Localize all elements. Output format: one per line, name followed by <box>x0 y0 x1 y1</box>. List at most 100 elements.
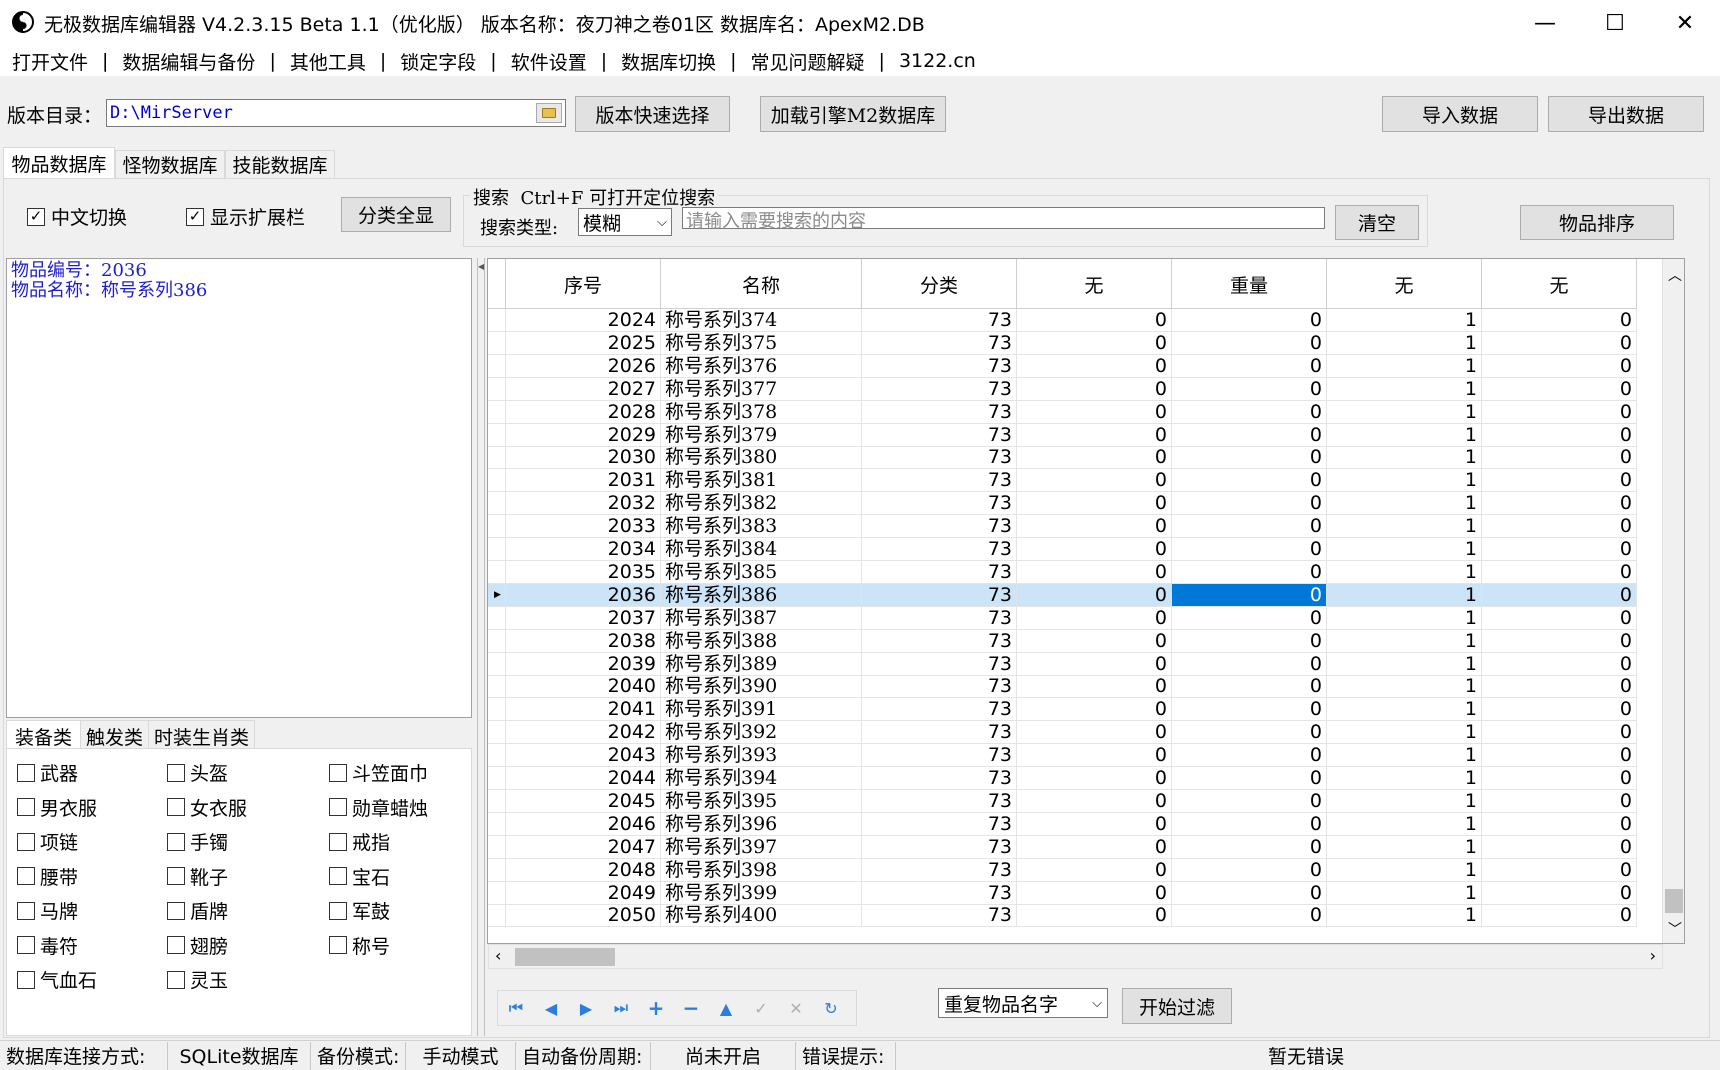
tab-trigger[interactable]: 触发类 <box>81 720 150 749</box>
table-cell[interactable]: 称号系列383 <box>661 515 862 538</box>
table-cell[interactable]: 0 <box>1482 583 1637 606</box>
table-cell[interactable]: 1 <box>1327 423 1482 446</box>
first-record-icon[interactable]: ⏮ <box>502 994 530 1022</box>
table-cell[interactable]: 0 <box>1482 721 1637 744</box>
table-cell[interactable]: 称号系列376 <box>661 354 862 377</box>
table-cell[interactable]: 73 <box>862 515 1017 538</box>
table-cell[interactable]: 2026 <box>506 354 661 377</box>
table-cell[interactable]: 2025 <box>506 331 661 354</box>
table-cell[interactable]: 称号系列386 <box>661 583 862 606</box>
menu-data-edit-backup[interactable]: 数据编辑与备份 <box>118 48 259 75</box>
table-cell[interactable]: 2050 <box>506 904 661 927</box>
table-cell[interactable]: 0 <box>1482 744 1637 767</box>
table-cell[interactable]: 0 <box>1017 904 1172 927</box>
table-cell[interactable]: 0 <box>1017 767 1172 789</box>
table-cell[interactable]: 0 <box>1482 515 1637 538</box>
table-cell[interactable]: 0 <box>1017 469 1172 492</box>
table-cell[interactable]: 2037 <box>506 606 661 629</box>
table-row[interactable]: 2039 称号系列389 73 0 0 1 0 <box>488 652 1637 676</box>
table-cell[interactable]: 2024 <box>506 309 661 331</box>
table-cell[interactable]: 0 <box>1017 698 1172 721</box>
table-cell[interactable]: 称号系列396 <box>661 812 862 835</box>
table-cell[interactable]: 0 <box>1482 858 1637 881</box>
table-cell[interactable]: 1 <box>1327 469 1482 492</box>
filter-select[interactable]: 重复物品名字 ⌵ <box>938 988 1108 1018</box>
start-filter-button[interactable]: 开始过滤 <box>1122 988 1232 1024</box>
table-row[interactable]: 2029 称号系列379 73 0 0 1 0 <box>488 423 1637 447</box>
table-row[interactable]: 2040 称号系列390 73 0 0 1 0 <box>488 675 1637 699</box>
table-row[interactable]: 2026 称号系列376 73 0 0 1 0 <box>488 354 1637 378</box>
table-cell[interactable]: 1 <box>1327 606 1482 629</box>
table-cell[interactable]: 0 <box>1017 354 1172 377</box>
table-cell[interactable]: 2039 <box>506 652 661 675</box>
table-cell[interactable]: 0 <box>1017 789 1172 812</box>
table-cell[interactable]: 2044 <box>506 767 661 789</box>
table-cell[interactable]: 2046 <box>506 812 661 835</box>
table-cell[interactable]: 1 <box>1327 354 1482 377</box>
table-cell[interactable]: 0 <box>1017 331 1172 354</box>
table-cell[interactable]: 2036 <box>506 583 661 606</box>
table-row[interactable]: 2045 称号系列395 73 0 0 1 0 <box>488 789 1637 813</box>
table-row[interactable]: 2031 称号系列381 73 0 0 1 0 <box>488 469 1637 493</box>
category-checkbox[interactable]: 马牌 <box>17 897 78 924</box>
column-header[interactable]: 序号 <box>506 259 661 309</box>
table-cell[interactable]: 0 <box>1172 812 1327 835</box>
category-checkbox[interactable]: 腰带 <box>17 863 78 890</box>
table-cell[interactable]: 1 <box>1327 400 1482 423</box>
table-cell[interactable]: 73 <box>862 789 1017 812</box>
table-cell[interactable]: 1 <box>1327 721 1482 744</box>
table-cell[interactable]: 称号系列392 <box>661 721 862 744</box>
table-row[interactable]: 2030 称号系列380 73 0 0 1 0 <box>488 446 1637 470</box>
category-checkbox[interactable]: 军鼓 <box>329 897 390 924</box>
category-checkbox[interactable]: 头盔 <box>167 759 228 786</box>
category-checkbox[interactable]: 手镯 <box>167 828 228 855</box>
tab-skill-db[interactable]: 技能数据库 <box>225 150 335 178</box>
table-row[interactable]: 2046 称号系列396 73 0 0 1 0 <box>488 812 1637 836</box>
table-cell[interactable]: 称号系列378 <box>661 400 862 423</box>
table-cell[interactable]: 73 <box>862 858 1017 881</box>
table-cell[interactable]: 0 <box>1172 858 1327 881</box>
table-cell[interactable]: 2030 <box>506 446 661 469</box>
table-row[interactable]: 2033 称号系列383 73 0 0 1 0 <box>488 515 1637 539</box>
table-cell[interactable]: 0 <box>1017 515 1172 538</box>
table-cell[interactable]: 0 <box>1482 904 1637 927</box>
table-cell[interactable]: 0 <box>1172 331 1327 354</box>
table-cell[interactable]: 73 <box>862 560 1017 583</box>
category-checkbox[interactable]: 灵玉 <box>167 966 228 993</box>
table-cell[interactable]: 1 <box>1327 538 1482 560</box>
category-checkbox[interactable]: 女衣服 <box>167 794 247 821</box>
table-cell[interactable]: 2029 <box>506 423 661 446</box>
menu-website[interactable]: 3122.cn <box>895 50 980 72</box>
category-checkbox[interactable]: 戒指 <box>329 828 390 855</box>
table-cell[interactable]: 0 <box>1017 652 1172 675</box>
table-cell[interactable]: 0 <box>1017 400 1172 423</box>
table-cell[interactable]: 称号系列395 <box>661 789 862 812</box>
table-cell[interactable]: 1 <box>1327 835 1482 858</box>
table-cell[interactable]: 1 <box>1327 858 1482 881</box>
table-cell[interactable]: 0 <box>1017 721 1172 744</box>
horizontal-scrollbar[interactable]: ‹ › <box>488 944 1663 969</box>
table-cell[interactable]: 73 <box>862 538 1017 560</box>
table-cell[interactable]: 0 <box>1482 789 1637 812</box>
vertical-scrollbar[interactable]: ︿ ﹀ <box>1662 259 1684 943</box>
table-cell[interactable]: 2038 <box>506 629 661 652</box>
table-cell[interactable]: 73 <box>862 767 1017 789</box>
cancel-edit-icon[interactable]: ✕ <box>782 994 810 1022</box>
table-cell[interactable]: 0 <box>1172 446 1327 469</box>
table-cell[interactable]: 0 <box>1017 423 1172 446</box>
table-cell[interactable]: 0 <box>1017 744 1172 767</box>
table-cell[interactable]: 0 <box>1482 652 1637 675</box>
table-cell[interactable]: 称号系列375 <box>661 331 862 354</box>
table-cell[interactable]: 1 <box>1327 309 1482 331</box>
table-cell[interactable]: 2033 <box>506 515 661 538</box>
table-cell[interactable]: 0 <box>1482 469 1637 492</box>
table-row[interactable]: 2048 称号系列398 73 0 0 1 0 <box>488 858 1637 882</box>
table-cell[interactable]: 2043 <box>506 744 661 767</box>
table-cell[interactable]: 73 <box>862 583 1017 606</box>
table-cell[interactable]: 1 <box>1327 812 1482 835</box>
table-row[interactable]: 2043 称号系列393 73 0 0 1 0 <box>488 744 1637 768</box>
category-checkbox[interactable]: 宝石 <box>329 863 390 890</box>
table-cell[interactable]: 称号系列391 <box>661 698 862 721</box>
table-row[interactable]: 2025 称号系列375 73 0 0 1 0 <box>488 331 1637 355</box>
table-cell[interactable]: 73 <box>862 629 1017 652</box>
